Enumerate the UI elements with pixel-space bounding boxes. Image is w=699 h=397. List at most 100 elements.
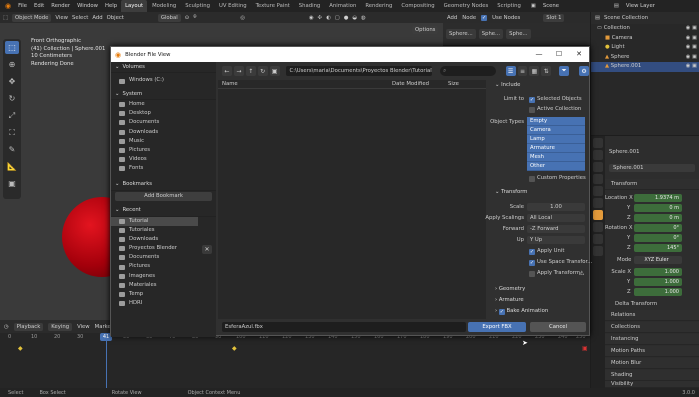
transform-icon[interactable]: ⛶ bbox=[5, 126, 19, 139]
eye-icon[interactable]: ◉ ▣ bbox=[686, 24, 697, 34]
delta-transform-header[interactable]: Delta Transform bbox=[615, 301, 657, 307]
move-icon[interactable]: ✥ bbox=[5, 75, 19, 88]
overlay-icon[interactable]: ◐ bbox=[326, 15, 331, 21]
recent-item-pictures[interactable]: Pictures bbox=[111, 262, 216, 271]
editor-type-icon[interactable]: ⬚ bbox=[3, 15, 8, 21]
bake-animation-section-header[interactable]: › ✓ Bake Animation bbox=[495, 308, 548, 315]
transform-section-header[interactable]: ⌄ Transform bbox=[495, 189, 527, 195]
horizontal-list-icon[interactable]: ≡ bbox=[517, 66, 528, 76]
column-name[interactable]: Name bbox=[222, 81, 238, 87]
shading-panel-header[interactable]: Shading bbox=[605, 370, 699, 381]
viewport-menu-view[interactable]: View bbox=[55, 15, 68, 21]
viewport-menu-select[interactable]: Select bbox=[72, 15, 88, 21]
view-layer-selector[interactable]: View Layer bbox=[623, 0, 658, 12]
recent-item-documents[interactable]: Documents bbox=[111, 253, 216, 262]
rotation-mode-dropdown[interactable]: XYZ Euler bbox=[634, 256, 682, 264]
view-layer-tab-icon[interactable] bbox=[593, 174, 603, 184]
forward-arrow-icon[interactable]: → bbox=[233, 66, 244, 76]
bake-animation-checkbox[interactable]: ✓ bbox=[498, 309, 505, 315]
motion-paths-panel-header[interactable]: Motion Paths bbox=[605, 346, 699, 357]
object-type-armature[interactable]: Armature bbox=[527, 144, 585, 153]
apply-unit-checkbox[interactable]: ✓ bbox=[529, 249, 535, 255]
include-section-header[interactable]: ⌄ Include bbox=[495, 82, 520, 88]
xray-icon[interactable]: ▢ bbox=[335, 15, 340, 21]
collections-panel-header[interactable]: Collections bbox=[605, 322, 699, 333]
rotate-icon[interactable]: ↻ bbox=[5, 92, 19, 105]
sidebar-item-videos[interactable]: Videos bbox=[111, 155, 216, 164]
scene-selector[interactable]: Scene bbox=[540, 0, 610, 12]
scale-y-field[interactable]: 1.000 bbox=[634, 278, 682, 286]
recent-item-imagenes[interactable]: Imagenes bbox=[111, 272, 216, 281]
shading-material-icon[interactable]: ◒ bbox=[352, 15, 357, 21]
use-space-transform-checkbox[interactable]: ✓ bbox=[529, 260, 535, 266]
sidebar-item-desktop[interactable]: Desktop bbox=[111, 109, 216, 118]
recent-item-tutorial[interactable]: Tutorial bbox=[111, 216, 198, 226]
object-type-mesh[interactable]: Mesh bbox=[527, 153, 585, 162]
new-folder-icon[interactable]: ▣ bbox=[269, 66, 280, 76]
maximize-icon[interactable]: ☐ bbox=[549, 47, 569, 62]
minimize-icon[interactable]: — bbox=[529, 47, 549, 62]
recent-item-temp[interactable]: Temp bbox=[111, 290, 216, 299]
workspace-tab-scripting[interactable]: Scripting bbox=[493, 0, 525, 12]
node-menu-node[interactable]: Node bbox=[462, 15, 476, 21]
scale-x-field[interactable]: 1.000 bbox=[634, 268, 682, 276]
recent-header[interactable]: ⌄ Recent bbox=[111, 206, 216, 217]
transform-panel-header[interactable]: Transform bbox=[605, 179, 699, 190]
column-size[interactable]: Size bbox=[448, 81, 459, 87]
filename-input[interactable]: EsferaAzul.fbx bbox=[222, 322, 466, 332]
workspace-tab-rendering[interactable]: Rendering bbox=[361, 0, 396, 12]
geometry-section-header[interactable]: › Geometry bbox=[495, 286, 525, 292]
up-dropdown[interactable]: Y Up bbox=[527, 236, 585, 244]
instancing-panel-header[interactable]: Instancing bbox=[605, 334, 699, 345]
render-tab-icon[interactable] bbox=[593, 150, 603, 160]
add-bookmark-button[interactable]: Add Bookmark bbox=[115, 191, 212, 201]
eye-icon[interactable]: ◉ ▣ bbox=[686, 62, 697, 72]
cancel-button[interactable]: Cancel bbox=[530, 322, 586, 332]
column-date-modified[interactable]: Date Modified bbox=[392, 81, 429, 87]
visibility-panel-header[interactable]: Visibility bbox=[605, 381, 699, 388]
eye-icon[interactable]: ◉ ▣ bbox=[686, 53, 697, 63]
menu-help[interactable]: Help bbox=[102, 0, 120, 12]
recent-item-tutoriales[interactable]: Tutoriales bbox=[111, 226, 216, 235]
keyframe-diamond[interactable]: ◆ bbox=[232, 345, 237, 352]
node-tab-sphere[interactable]: Sphere... bbox=[446, 29, 476, 39]
cursor-icon[interactable]: ⊕ bbox=[5, 58, 19, 71]
armature-section-header[interactable]: › Armature bbox=[495, 297, 524, 303]
modifier-tab-icon[interactable] bbox=[593, 222, 603, 232]
apply-transform-checkbox[interactable] bbox=[529, 271, 535, 277]
menu-render[interactable]: Render bbox=[48, 0, 73, 12]
annotate-icon[interactable]: ✎ bbox=[5, 143, 19, 156]
rotation-y-field[interactable]: 0° bbox=[634, 234, 682, 242]
shading-solid-icon[interactable]: ● bbox=[344, 15, 349, 21]
outliner-row-sphere-001[interactable]: ▲ Sphere.001 ◉ ▣ bbox=[591, 62, 699, 72]
active-collection-checkbox[interactable] bbox=[529, 107, 535, 113]
add-cube-icon[interactable]: ▣ bbox=[5, 177, 19, 190]
scene-tab-icon[interactable] bbox=[593, 186, 603, 196]
search-input[interactable]: ⌕ bbox=[440, 66, 496, 76]
workspace-tab-modeling[interactable]: Modeling bbox=[148, 0, 180, 12]
sidebar-item-downloads[interactable]: Downloads bbox=[111, 128, 216, 137]
relations-panel-header[interactable]: Relations bbox=[605, 310, 699, 321]
sidebar-item-windows-c[interactable]: Windows (C:) bbox=[111, 73, 216, 89]
viewport-menu-object[interactable]: Object bbox=[107, 15, 124, 21]
outliner-row-collection[interactable]: ▭ Collection ◉ ▣ bbox=[591, 24, 699, 34]
object-name-field[interactable]: Sphere.001 bbox=[609, 164, 695, 172]
timeline-view-menu[interactable]: View bbox=[77, 324, 90, 330]
thumbnails-icon[interactable]: ▦ bbox=[529, 66, 540, 76]
sort-icon[interactable]: ⇅ bbox=[541, 66, 552, 76]
apply-scalings-dropdown[interactable]: All Local bbox=[527, 214, 585, 222]
menu-file[interactable]: File bbox=[15, 0, 30, 12]
use-nodes-checkbox[interactable]: ✓ bbox=[481, 14, 488, 21]
keying-menu[interactable]: Keying bbox=[48, 322, 73, 331]
rotation-x-field[interactable]: 0° bbox=[634, 224, 682, 232]
vertical-list-icon[interactable]: ☰ bbox=[505, 66, 516, 76]
forward-dropdown[interactable]: -Z Forward bbox=[527, 225, 585, 233]
object-type-camera[interactable]: Camera bbox=[527, 126, 585, 135]
snap-icon[interactable]: ⌾ bbox=[193, 14, 196, 21]
export-fbx-button[interactable]: Export FBX bbox=[468, 322, 526, 332]
outliner-row-camera[interactable]: ■ Camera ◉ ▣ bbox=[591, 34, 699, 44]
viewport-menu-add[interactable]: Add bbox=[92, 15, 102, 21]
object-tab-icon[interactable] bbox=[593, 210, 603, 220]
gizmo-icon[interactable]: ✣ bbox=[318, 15, 322, 21]
workspace-tab-shading[interactable]: Shading bbox=[295, 0, 325, 12]
